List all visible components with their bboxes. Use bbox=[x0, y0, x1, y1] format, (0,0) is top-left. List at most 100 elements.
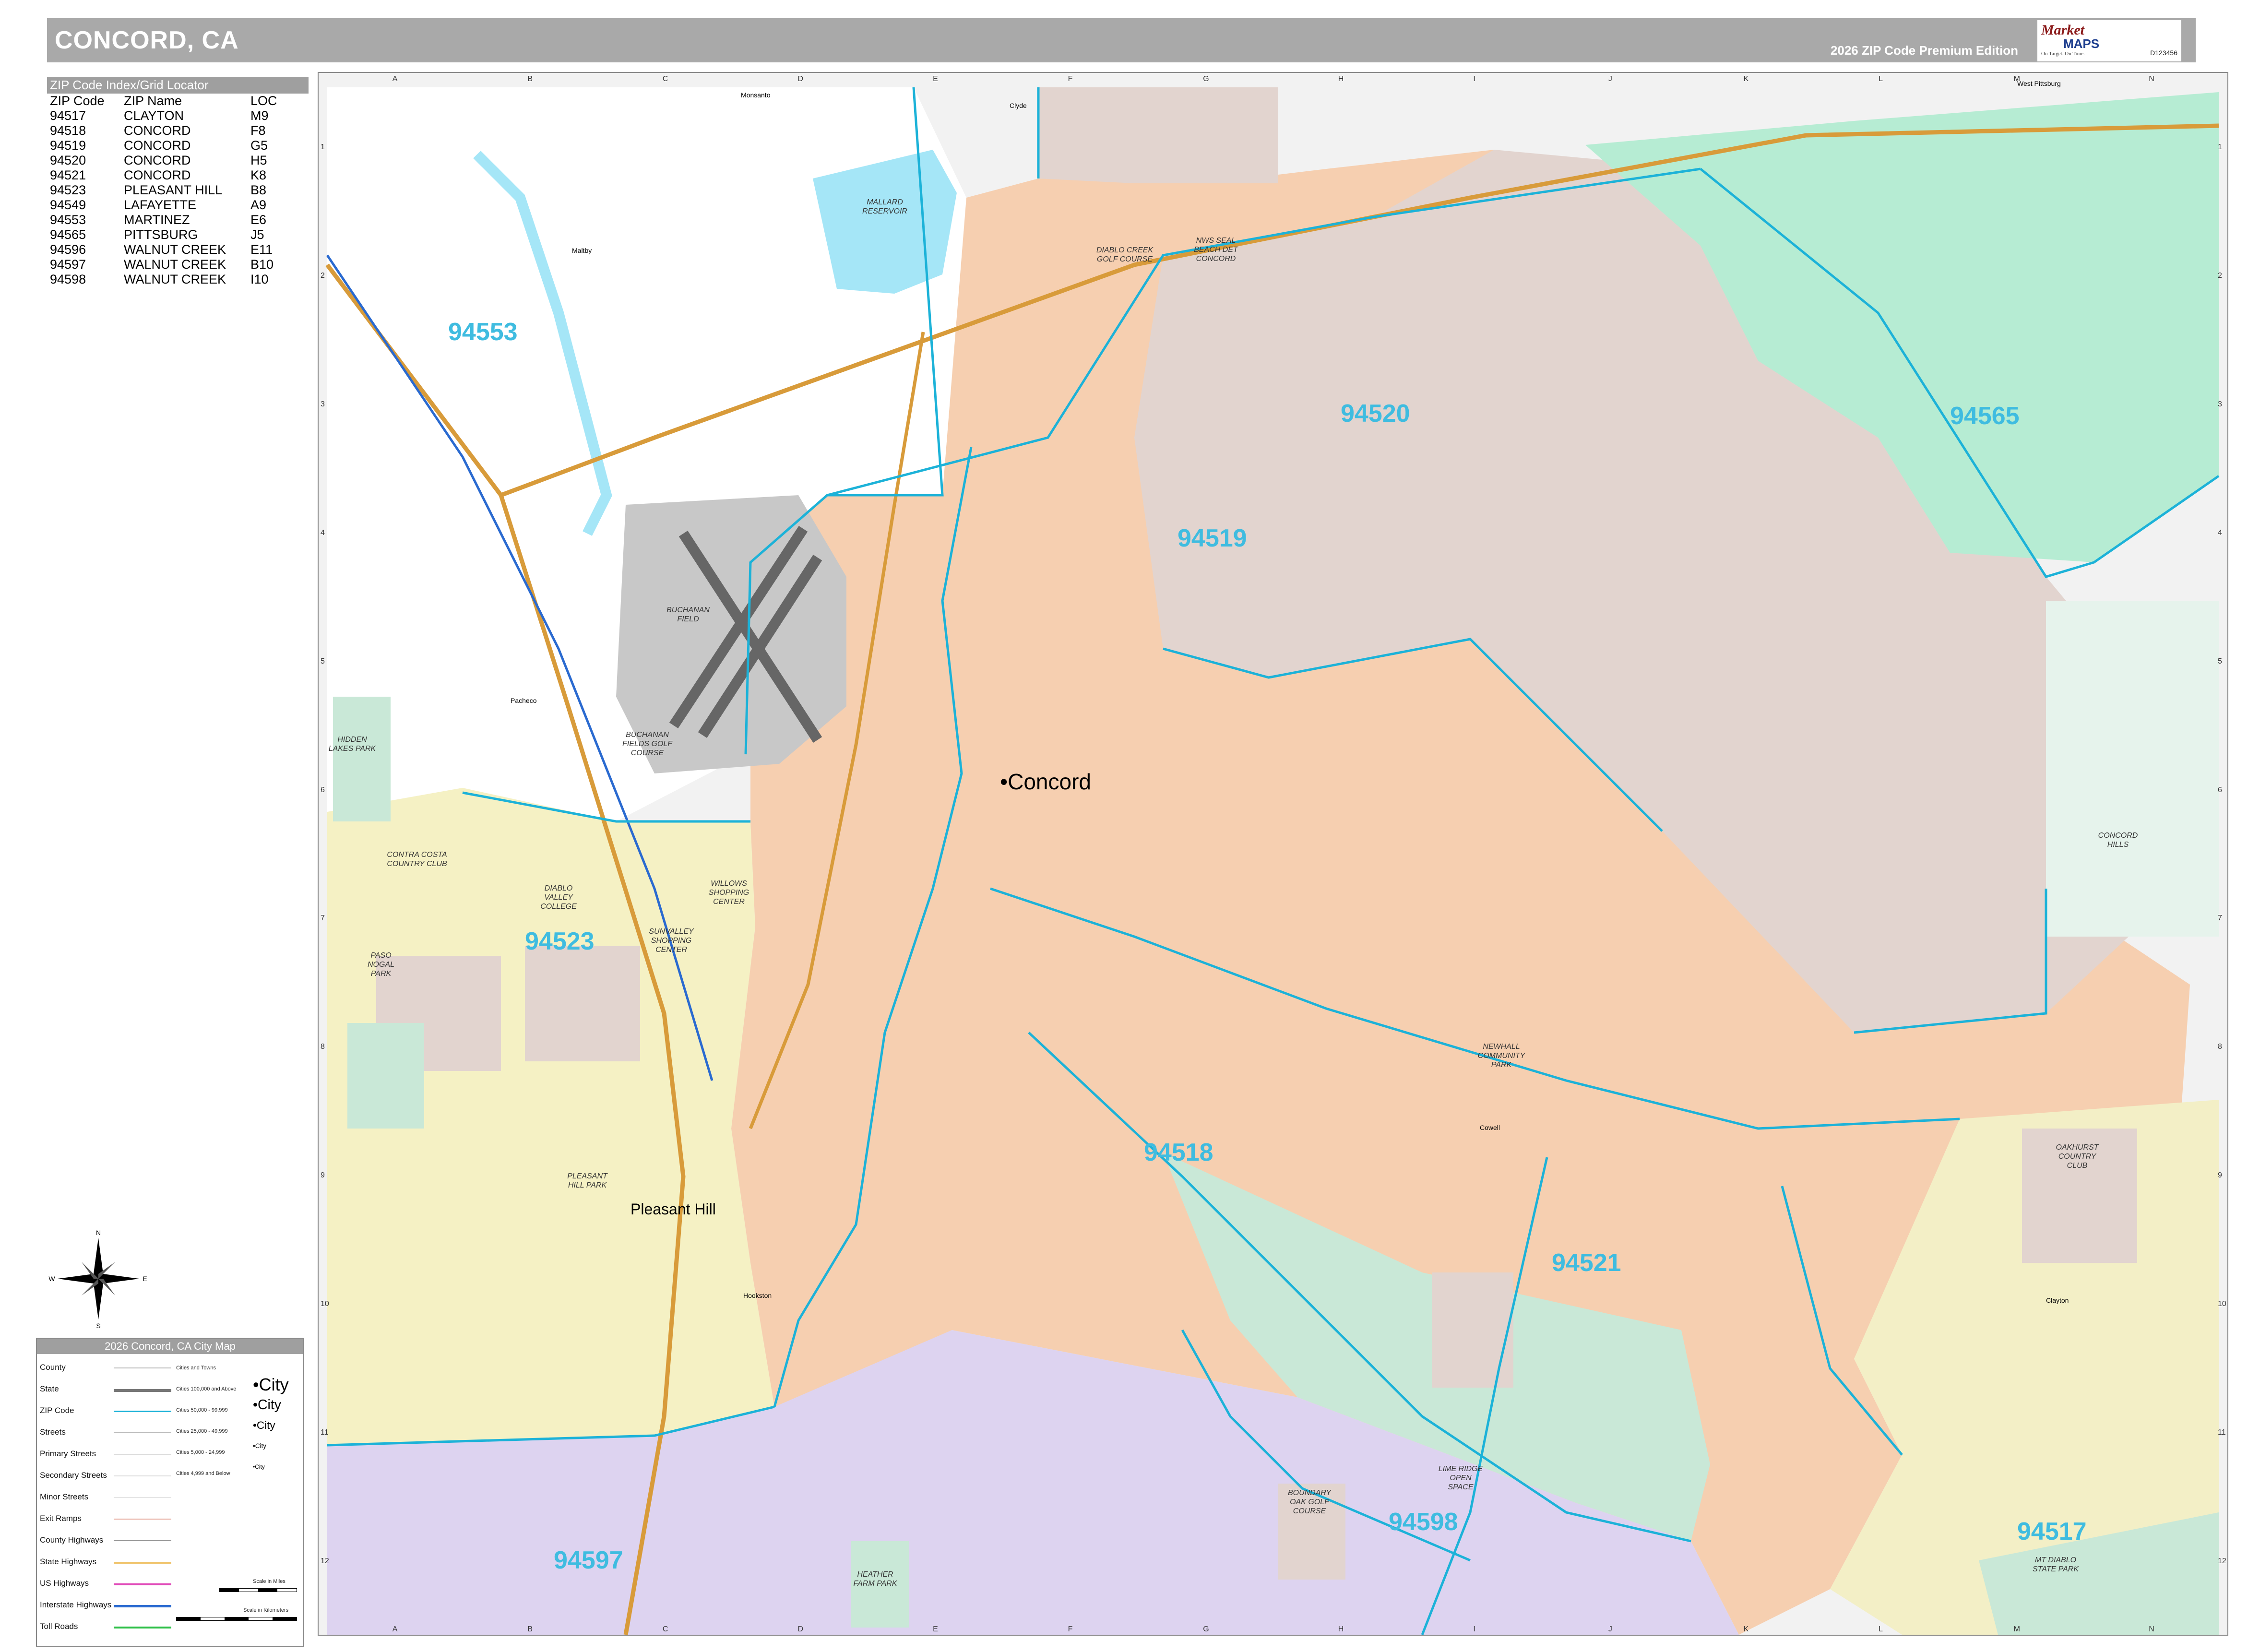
grid-row-label: 9 bbox=[321, 1171, 325, 1180]
grid-row-label: 10 bbox=[321, 1300, 329, 1308]
feature-diablo-valley-college: DIABLO VALLEY COLLEGE bbox=[540, 884, 577, 911]
grid-column-label: B bbox=[527, 75, 533, 83]
legend-row-label: Exit Ramps bbox=[40, 1514, 82, 1523]
grid-column-label: N bbox=[2149, 1625, 2154, 1633]
grid-column-label: A bbox=[392, 75, 398, 83]
feature-heather-farm: HEATHER FARM PARK bbox=[853, 1570, 897, 1588]
feature-contra-costa-cc: CONTRA COSTA COUNTRY CLUB bbox=[387, 851, 447, 868]
zip-index-cell: 94521 bbox=[50, 168, 86, 182]
grid-row-label: 1 bbox=[321, 143, 325, 151]
edition-label: 2026 ZIP Code Premium Edition bbox=[1830, 43, 2018, 58]
grid-row-label: 4 bbox=[321, 528, 325, 537]
zip-index-cell: A9 bbox=[250, 198, 267, 212]
svg-text:E: E bbox=[143, 1275, 147, 1283]
legend-row-swatch bbox=[114, 1605, 171, 1607]
feature-diablo-creek-golf: DIABLO CREEK GOLF COURSE bbox=[1096, 246, 1154, 263]
zip-index-cell: 94519 bbox=[50, 138, 86, 153]
legend-row-swatch bbox=[114, 1519, 171, 1520]
feature-newhall-park: NEWHALL COMMUNITY PARK bbox=[1477, 1043, 1525, 1069]
zip-label-94519: 94519 bbox=[1178, 524, 1247, 552]
zip-index-cell: WALNUT CREEK bbox=[124, 242, 226, 257]
city-label-hookston: Hookston bbox=[743, 1292, 772, 1299]
city-label-maltby: Maltby bbox=[572, 247, 592, 254]
zip-index-row: 94597 WALNUT CREEK B10 bbox=[47, 257, 277, 272]
grid-column-label: J bbox=[1608, 75, 1612, 83]
grid-row-label: 3 bbox=[2218, 400, 2222, 408]
legend-city-size-sample: •City bbox=[253, 1397, 282, 1413]
grid-row-label: 5 bbox=[2218, 657, 2222, 666]
legend-city-size-label: Cities 25,000 - 49,999 bbox=[176, 1428, 228, 1434]
grid-column-label: K bbox=[1743, 75, 1749, 83]
legend-row-label: Toll Roads bbox=[40, 1622, 78, 1631]
map-area[interactable]: ABCDEFGHIJKLMN ABCDEFGHIJKLMN 1234567891… bbox=[318, 72, 2228, 1636]
zip-index-row: 94596 WALNUT CREEK E11 bbox=[47, 242, 277, 257]
zip-index-heading: ZIP Code Index/Grid Locator bbox=[47, 77, 309, 94]
zip-label-94521: 94521 bbox=[1552, 1249, 1621, 1277]
grid-row-label: 10 bbox=[2218, 1300, 2226, 1308]
94521-grey-area bbox=[1432, 1272, 1513, 1388]
zip-label-94553: 94553 bbox=[448, 318, 518, 346]
zip-index-row: 94553 MARTINEZ E6 bbox=[47, 213, 277, 227]
grid-column-label: H bbox=[1338, 1625, 1344, 1633]
legend-row-label: State Highways bbox=[40, 1557, 97, 1566]
legend-row-label: Streets bbox=[40, 1427, 66, 1437]
legend-row-label: US Highways bbox=[40, 1579, 89, 1588]
city-name-concord: Concord bbox=[1008, 769, 1091, 794]
legend-row-label: ZIP Code bbox=[40, 1406, 74, 1415]
concord-hills-area bbox=[2046, 601, 2219, 937]
zip-index-body: ZIP Code ZIP Name LOC 94517 CLAYTON M9 94518 CO… bbox=[47, 94, 277, 287]
grid-row-label: 6 bbox=[321, 785, 325, 794]
feature-oakhurst-cc: OAKHURST COUNTRY CLUB bbox=[2056, 1143, 2099, 1170]
city-label-monsanto: Monsanto bbox=[741, 91, 771, 99]
feature-nws-seal-beach: NWS SEAL BEACH DET CONCORD bbox=[1194, 237, 1238, 263]
zip-index-cell: G5 bbox=[250, 138, 268, 153]
zip-index-row: 94520 CONCORD H5 bbox=[47, 153, 277, 168]
feature-pleasant-hill-park: PLEASANT HILL PARK bbox=[567, 1172, 607, 1189]
zip-index-cell: 94596 bbox=[50, 242, 86, 257]
legend-row-swatch bbox=[114, 1540, 171, 1541]
zip-area-94520-north[interactable] bbox=[1038, 87, 1278, 183]
svg-text:S: S bbox=[96, 1322, 100, 1329]
product-id: D123456 bbox=[2150, 49, 2177, 57]
zip-index-row: 94517 CLAYTON M9 bbox=[47, 108, 277, 123]
zip-label-94520: 94520 bbox=[1341, 400, 1410, 428]
logo-maps-text: MAPS bbox=[2063, 36, 2100, 51]
zip-index-column-header: LOC bbox=[250, 94, 277, 108]
grid-row-label: 8 bbox=[321, 1043, 325, 1051]
zip-label-94565: 94565 bbox=[1950, 402, 2020, 430]
grid-column-label: D bbox=[797, 75, 804, 83]
hidden-lakes-park bbox=[333, 697, 391, 821]
legend-row-label: Interstate Highways bbox=[40, 1600, 112, 1609]
map-legend: 2026 Concord, CA City Map County State ZIP… bbox=[36, 1338, 304, 1647]
legend-title: 2026 Concord, CA City Map bbox=[37, 1339, 303, 1354]
zip-code-index: ZIP Code Index/Grid Locator ZIP Code ZIP … bbox=[47, 77, 309, 287]
city-label-concord: •Concord bbox=[1000, 769, 1091, 794]
zip-index-header-row: ZIP Code ZIP Name LOC bbox=[47, 94, 277, 108]
feature-paso-nogal: PASO NOGAL PARK bbox=[367, 951, 394, 978]
zip-index-cell: WALNUT CREEK bbox=[124, 272, 226, 286]
zip-index-cell: PITTSBURG bbox=[124, 227, 198, 242]
legend-city-size-label: Cities 50,000 - 99,999 bbox=[176, 1407, 228, 1413]
grid-column-label: L bbox=[1879, 75, 1883, 83]
svg-text:W: W bbox=[48, 1275, 55, 1283]
zip-index-cell: M9 bbox=[250, 108, 269, 123]
grid-row-label: 2 bbox=[321, 271, 325, 280]
zip-index-column-header: ZIP Name bbox=[124, 94, 182, 108]
zip-index-cell: 94518 bbox=[50, 123, 86, 138]
compass-rose: N S W E bbox=[48, 1228, 149, 1330]
legend-city-size-sample: •City bbox=[253, 1442, 266, 1450]
zip-code-map[interactable] bbox=[319, 73, 2227, 1635]
legend-row-swatch bbox=[114, 1411, 171, 1412]
grid-row-label: 7 bbox=[2218, 914, 2222, 923]
zip-index-row: 94523 PLEASANT HILL B8 bbox=[47, 183, 277, 198]
zip-index-column-header: ZIP Code bbox=[50, 94, 105, 108]
feature-buchanan-golf: BUCHANAN FIELDS GOLF COURSE bbox=[622, 731, 673, 757]
grid-column-label: G bbox=[1203, 1625, 1209, 1633]
grid-column-label: K bbox=[1743, 1625, 1749, 1633]
grid-row-label: 11 bbox=[2218, 1428, 2226, 1437]
scale-km-bar bbox=[176, 1617, 297, 1621]
legend-city-size-label: Cities 4,999 and Below bbox=[176, 1471, 230, 1476]
legend-city-size-label: Cities 5,000 - 24,999 bbox=[176, 1450, 225, 1455]
zip-index-cell: F8 bbox=[250, 123, 266, 138]
grid-row-label: 2 bbox=[2218, 271, 2222, 280]
